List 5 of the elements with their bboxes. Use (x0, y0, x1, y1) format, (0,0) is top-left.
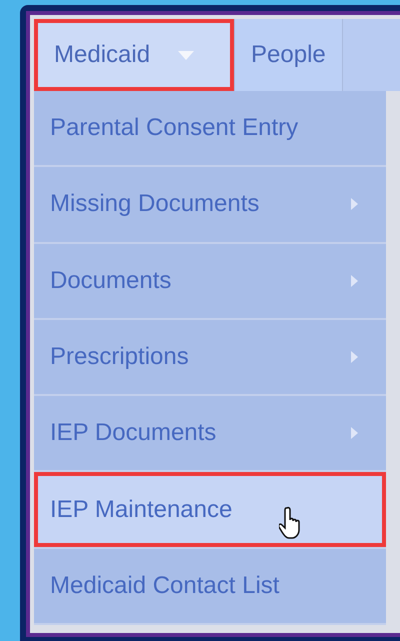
menu-tab[interactable]: Medicaid (34, 19, 236, 91)
menu-item[interactable]: Medicaid Contact List (34, 548, 386, 625)
menu-item[interactable]: IEP Maintenance (34, 472, 386, 549)
menu-tab[interactable]: People (235, 19, 343, 91)
menu-item[interactable]: Documents (34, 244, 386, 320)
